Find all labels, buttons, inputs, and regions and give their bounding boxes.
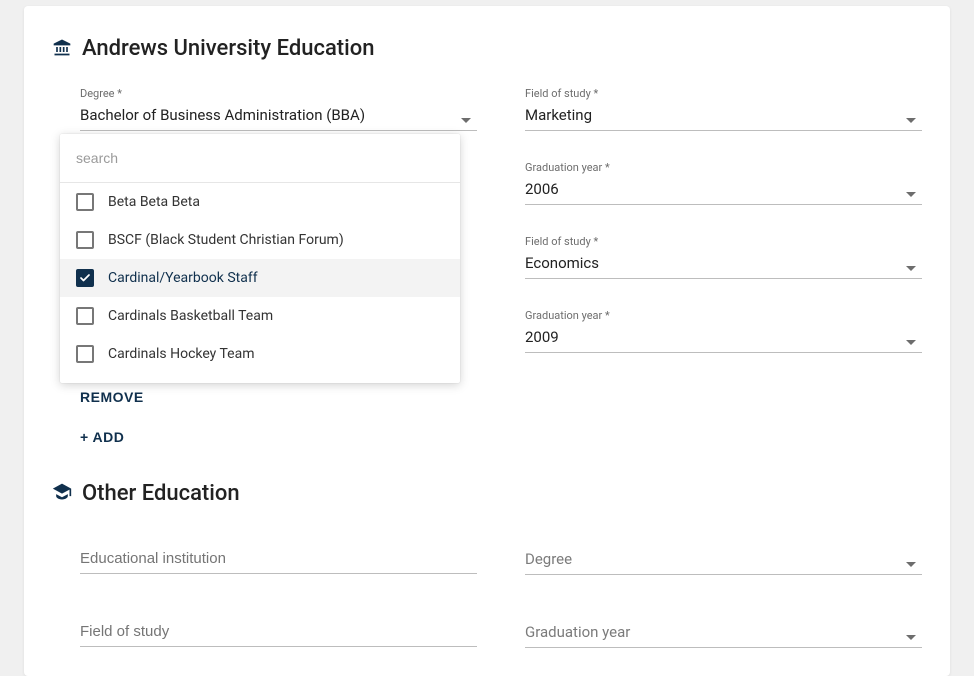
section2-header: Other Education: [52, 481, 922, 506]
field-value: Marketing: [525, 103, 922, 131]
activities-dropdown[interactable]: Beta Beta Beta BSCF (Black Student Christ…: [60, 134, 460, 383]
dropdown-search-wrap: [60, 134, 460, 183]
chevron-down-icon: [906, 340, 916, 345]
dropdown-option[interactable]: Cardinals Basketball Team: [60, 297, 460, 335]
dropdown-option-label: Cardinal/Yearbook Staff: [108, 270, 258, 286]
institution-input[interactable]: [80, 532, 477, 574]
add-button[interactable]: + ADD: [80, 423, 124, 451]
dropdown-option[interactable]: Cardinal/Yearbook Staff: [60, 259, 460, 297]
other-field-input[interactable]: [80, 605, 477, 647]
gradyear-label: Graduation year *: [525, 161, 922, 174]
remove-button[interactable]: REMOVE: [80, 383, 144, 411]
dropdown-options: Beta Beta Beta BSCF (Black Student Christ…: [60, 183, 460, 373]
degree-placeholder: Degree: [525, 532, 922, 575]
checkbox-icon[interactable]: [76, 307, 94, 325]
gradyear-value: 2009: [525, 325, 922, 353]
dropdown-option[interactable]: Cardinals Hockey Team: [60, 335, 460, 373]
field-label: Field of study *: [525, 235, 922, 248]
grad-year-select-2[interactable]: Graduation year * 2009: [525, 309, 922, 353]
section1-title: Andrews University Education: [82, 36, 374, 61]
grad-year-select-1[interactable]: Graduation year * 2006: [525, 161, 922, 205]
checkbox-icon[interactable]: [76, 345, 94, 363]
dropdown-option-label: BSCF (Black Student Christian Forum): [108, 232, 344, 248]
other-field[interactable]: [80, 605, 477, 647]
institution-field[interactable]: [80, 532, 477, 574]
graduation-cap-icon: [52, 482, 72, 506]
degree-value: Bachelor of Business Administration (BBA…: [80, 103, 477, 131]
chevron-down-icon: [906, 562, 916, 567]
degree-select[interactable]: Degree * Bachelor of Business Administra…: [80, 87, 477, 131]
degree-label: Degree *: [80, 87, 477, 100]
field-value: Economics: [525, 251, 922, 279]
gradyear-value: 2006: [525, 177, 922, 205]
field-label: Field of study *: [525, 87, 922, 100]
chevron-down-icon: [906, 266, 916, 271]
chevron-down-icon: [461, 118, 471, 123]
chevron-down-icon: [906, 192, 916, 197]
gradyear-label: Graduation year *: [525, 309, 922, 322]
other-degree-select[interactable]: Degree: [525, 532, 922, 575]
other-gradyear-select[interactable]: Graduation year: [525, 605, 922, 648]
field-of-study-select-2[interactable]: Field of study * Economics: [525, 235, 922, 279]
dropdown-option-label: Beta Beta Beta: [108, 194, 200, 210]
dropdown-option-label: Cardinals Basketball Team: [108, 308, 273, 324]
checkbox-icon[interactable]: [76, 269, 94, 287]
chevron-down-icon: [906, 635, 916, 640]
section2-title: Other Education: [82, 481, 240, 506]
checkbox-icon[interactable]: [76, 193, 94, 211]
dropdown-search-input[interactable]: [60, 134, 460, 182]
field-of-study-select-1[interactable]: Field of study * Marketing: [525, 87, 922, 131]
university-icon: [52, 37, 72, 61]
dropdown-option-label: Cardinals Hockey Team: [108, 346, 255, 362]
dropdown-option[interactable]: Beta Beta Beta: [60, 183, 460, 221]
checkbox-icon[interactable]: [76, 231, 94, 249]
section1-header: Andrews University Education: [52, 36, 922, 61]
dropdown-option[interactable]: BSCF (Black Student Christian Forum): [60, 221, 460, 259]
chevron-down-icon: [906, 118, 916, 123]
gradyear-placeholder: Graduation year: [525, 605, 922, 648]
